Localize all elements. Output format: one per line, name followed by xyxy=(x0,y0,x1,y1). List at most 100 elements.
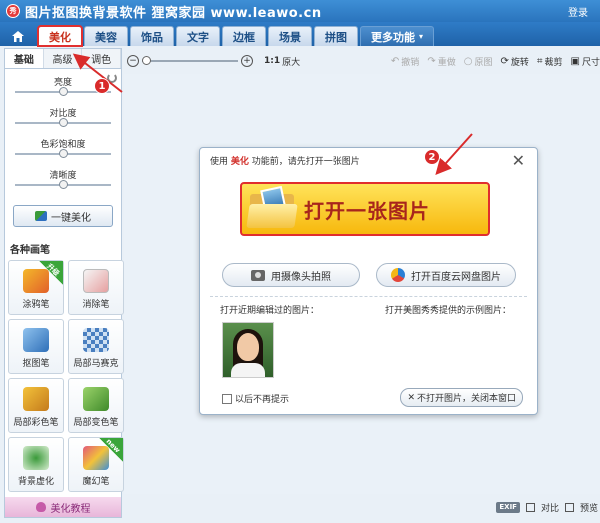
paint-brush-icon xyxy=(23,387,49,411)
brush-cutout[interactable]: 抠图笔 xyxy=(8,319,64,374)
login-link[interactable]: 登录 xyxy=(568,4,588,19)
slider-knob[interactable] xyxy=(59,149,68,158)
brush-mosaic[interactable]: 局部马赛克 xyxy=(68,319,124,374)
tab-border[interactable]: 边框 xyxy=(222,26,266,46)
new-badge: new xyxy=(99,438,123,462)
more-features-button[interactable]: 更多功能 ▾ xyxy=(360,26,435,46)
step-1-badge: 1 xyxy=(94,78,110,94)
subtab-color[interactable]: 调色 xyxy=(82,49,122,68)
tab-beauty[interactable]: 美容 xyxy=(84,26,128,46)
close-without-open-button[interactable]: ✕ 不打开图片，关闭本窗口 xyxy=(400,388,523,407)
brush-label: 魔幻笔 xyxy=(82,477,110,487)
zoom-out-icon[interactable]: − xyxy=(127,55,139,67)
subtab-basic[interactable]: 基础 xyxy=(5,49,44,68)
undo-button[interactable]: ↶ 撤销 xyxy=(391,55,419,68)
exif-button[interactable]: EXIF xyxy=(496,501,520,513)
redo-button[interactable]: ↷ 重做 xyxy=(427,55,455,68)
slider-knob[interactable] xyxy=(59,118,68,127)
subtab-advanced[interactable]: 高级 xyxy=(44,49,83,68)
recent-images-label: 打开近期编辑过的图片： xyxy=(220,306,320,316)
close-icon[interactable]: ✕ xyxy=(512,151,525,170)
blur-icon xyxy=(23,446,49,470)
left-panel: 基础 高级 调色 亮度 对比度 色彩饱和度 清晰度 一键美化 各种画笔 升级 涂… xyxy=(4,48,124,518)
title-bar: 秀 图片抠图换背景软件 狸窝家园 www.leawo.cn 登录 xyxy=(0,0,600,22)
slider-saturation: 色彩饱和度 xyxy=(11,137,115,168)
tab-accessories[interactable]: 饰品 xyxy=(130,26,174,46)
tab-scene[interactable]: 场景 xyxy=(268,26,312,46)
zoom-knob[interactable] xyxy=(142,56,151,65)
rotate-button[interactable]: ⟳ 旋转 xyxy=(500,55,528,68)
camera-label: 用摄像头拍照 xyxy=(271,271,331,283)
intro-suffix: 功能前，请先打开一张图片 xyxy=(251,157,360,167)
brush-magic[interactable]: new 魔幻笔 xyxy=(68,437,124,492)
eraser-icon xyxy=(83,269,109,293)
open-image-button[interactable]: 打开一张图片 xyxy=(240,182,490,236)
brush-label: 消除笔 xyxy=(82,300,110,310)
brush-color-change[interactable]: 局部变色笔 xyxy=(68,378,124,433)
x-icon: ✕ xyxy=(407,392,415,403)
brush-label: 局部变色笔 xyxy=(73,418,119,428)
beautify-tutorial-link[interactable]: 美化教程 xyxy=(5,497,121,517)
baidu-cloud-button[interactable]: 打开百度云网盘图片 xyxy=(376,263,516,287)
rotate-icon: ⟳ xyxy=(500,55,509,67)
preview-button[interactable]: 预览 xyxy=(580,501,598,514)
home-button[interactable] xyxy=(4,26,32,46)
rotate-label: 旋转 xyxy=(510,57,529,68)
sample-images-label: 打开美图秀秀提供的示例图片： xyxy=(384,306,511,316)
tutorial-label: 美化教程 xyxy=(50,503,91,515)
home-icon xyxy=(12,30,24,42)
window-title: 图片抠图换背景软件 狸窝家园 www.leawo.cn xyxy=(25,5,322,21)
open-image-label: 打开一张图片 xyxy=(304,198,430,223)
cloud-label: 打开百度云网盘图片 xyxy=(411,271,501,283)
magic-wand-icon xyxy=(35,211,47,221)
brush-label: 涂鸦笔 xyxy=(22,300,50,310)
recent-image-thumbnail[interactable] xyxy=(222,322,274,378)
dialog-intro: 使用 美化 功能前，请先打开一张图片 xyxy=(210,154,360,167)
original-image-button[interactable]: ○ 原图 xyxy=(464,55,493,68)
footprint-icon xyxy=(35,502,46,512)
slider-knob[interactable] xyxy=(59,180,68,189)
status-bar: EXIF 对比 预览 xyxy=(124,496,600,518)
crop-button[interactable]: ⌗ 裁剪 xyxy=(537,55,563,68)
brush-local-color[interactable]: 局部彩色笔 xyxy=(8,378,64,433)
intro-highlight: 美化 xyxy=(230,157,249,167)
brush-label: 局部马赛克 xyxy=(73,359,119,369)
main-nav: 美化 美容 饰品 文字 边框 场景 拼图 更多功能 ▾ xyxy=(0,22,600,47)
camera-button[interactable]: 用摄像头拍照 xyxy=(222,263,360,287)
brush-label: 背景虚化 xyxy=(17,477,54,487)
brush-eraser[interactable]: 消除笔 xyxy=(68,260,124,315)
resize-icon: ▣ xyxy=(570,55,580,67)
tab-collage[interactable]: 拼图 xyxy=(314,26,358,46)
tab-text[interactable]: 文字 xyxy=(176,26,220,46)
slider-knob[interactable] xyxy=(59,87,68,96)
compare-button[interactable]: 对比 xyxy=(541,501,559,514)
actual-size-button[interactable]: 1:1 原大 xyxy=(264,55,300,68)
crop-icon: ⌗ xyxy=(536,55,543,67)
tab-beautify[interactable]: 美化 xyxy=(37,25,83,47)
mosaic-icon xyxy=(83,328,109,352)
crop-label: 裁剪 xyxy=(544,57,563,68)
image-toolbar: − + 1:1 原大 ↶ 撤销 ↷ 重做 ○ 原图 ⟳ 旋转 ⌗ 裁剪 ▣ 尺寸 xyxy=(124,50,600,72)
zoom-ratio: 1:1 xyxy=(264,56,281,66)
brush-label: 局部彩色笔 xyxy=(13,418,59,428)
preview-icon xyxy=(564,502,574,512)
paint-bucket-icon xyxy=(83,387,109,411)
no-remind-checkbox[interactable] xyxy=(222,393,232,404)
folder-photo-icon xyxy=(246,185,300,230)
brush-bg-blur[interactable]: 背景虚化 xyxy=(8,437,64,492)
zoom-in-icon[interactable]: + xyxy=(241,55,253,67)
compare-icon xyxy=(525,502,535,512)
brush-grid: 升级 涂鸦笔 消除笔 抠图笔 局部马赛克 局部彩色笔 局部变色笔 背景虚化 ne… xyxy=(8,260,124,492)
brush-label: 抠图笔 xyxy=(22,359,50,369)
slider-contrast: 对比度 xyxy=(11,106,115,137)
brush-doodle[interactable]: 升级 涂鸦笔 xyxy=(8,260,64,315)
brush-heading: 各种画笔 xyxy=(10,245,50,256)
resize-button[interactable]: ▣ 尺寸 xyxy=(571,55,600,68)
one-key-beautify-button[interactable]: 一键美化 xyxy=(13,205,113,227)
original-image-label: 原图 xyxy=(474,57,493,68)
no-remind-label: 以后不再提示 xyxy=(235,395,290,405)
cutout-pen-icon xyxy=(23,328,49,352)
one-key-label: 一键美化 xyxy=(51,212,91,224)
zoom-slider[interactable] xyxy=(142,56,238,65)
no-remind-option[interactable]: 以后不再提示 xyxy=(222,392,289,405)
